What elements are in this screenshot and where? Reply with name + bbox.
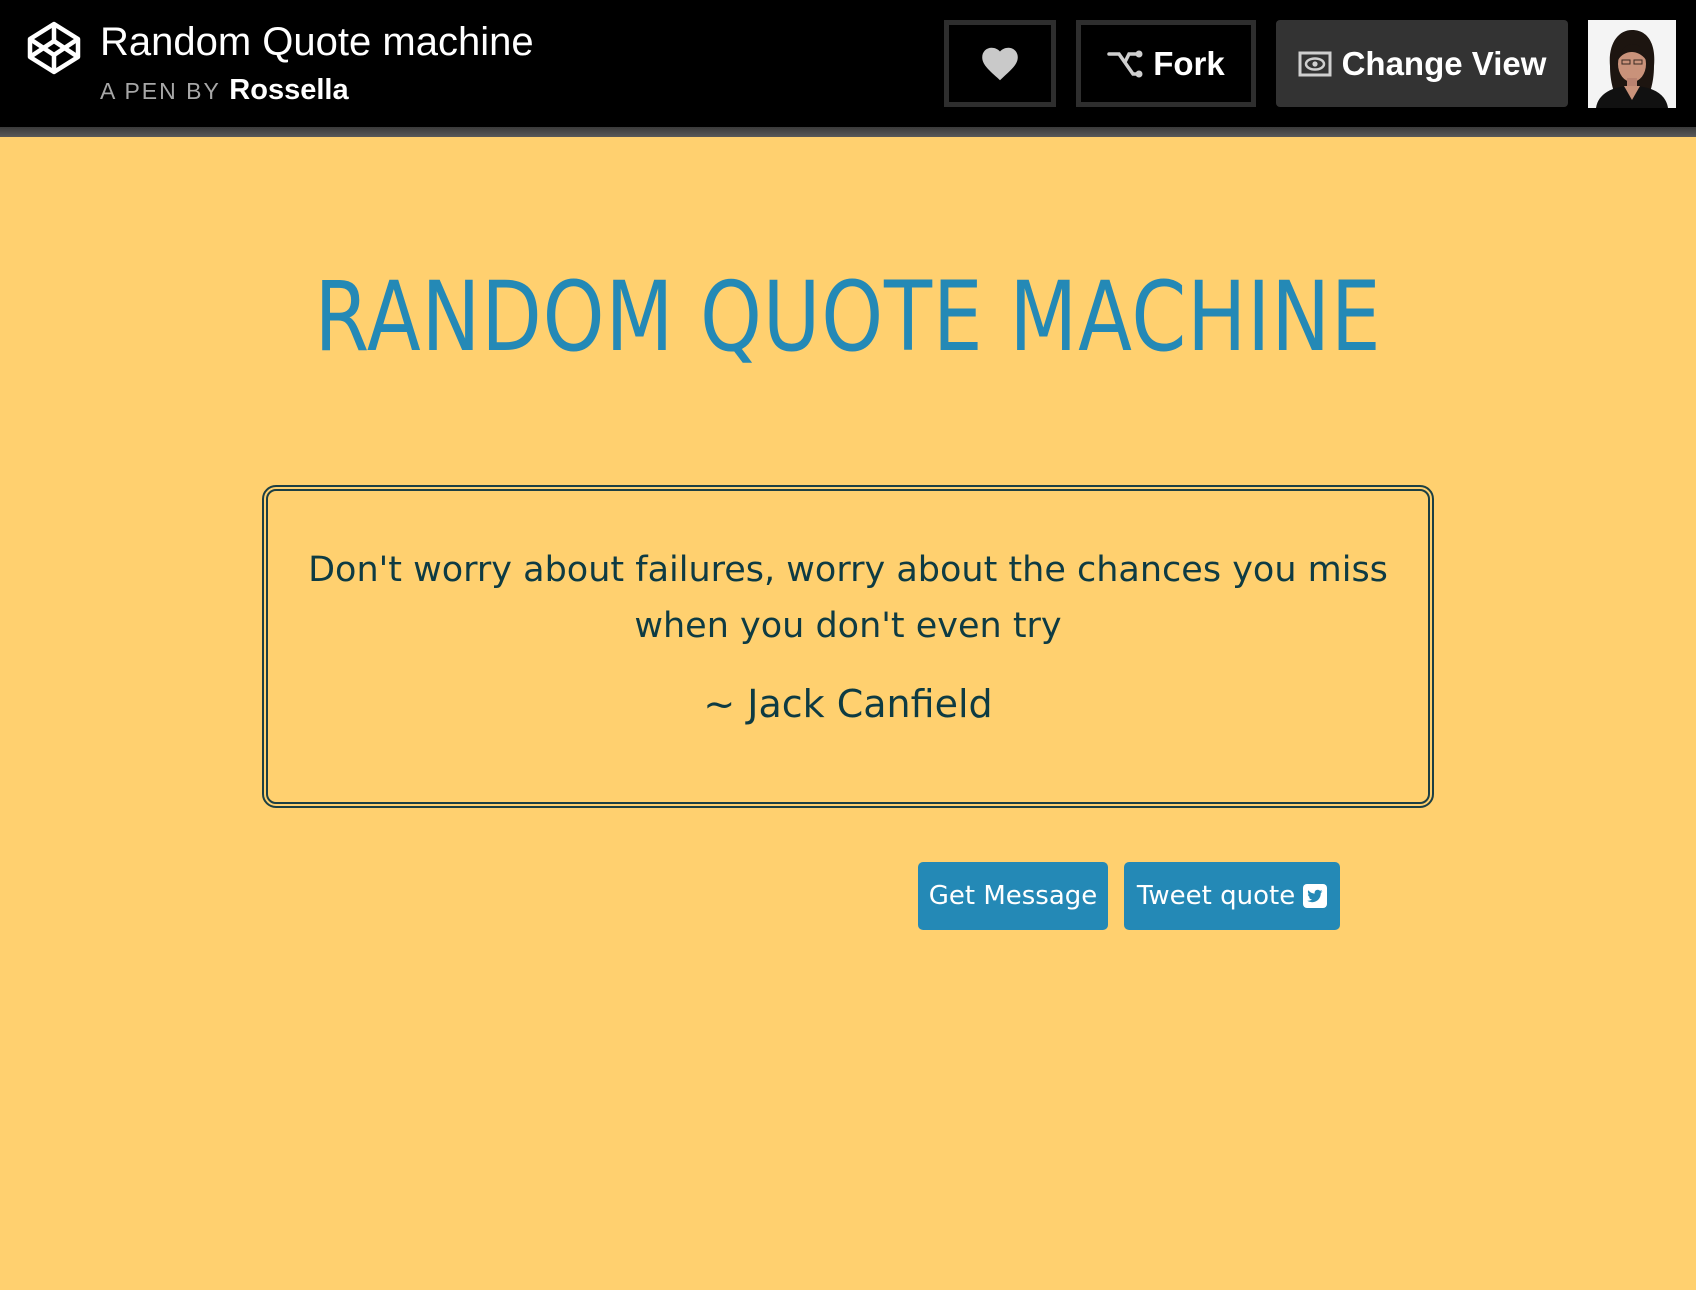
- get-message-button[interactable]: Get Message: [918, 862, 1108, 930]
- fork-button[interactable]: Fork: [1076, 20, 1256, 107]
- heart-icon: [982, 47, 1018, 80]
- eye-icon: [1298, 51, 1332, 76]
- avatar-image: [1588, 20, 1676, 108]
- byline-prefix: A PEN BY: [100, 78, 221, 104]
- tweet-quote-label: Tweet quote: [1136, 881, 1296, 911]
- pen-title: Random Quote machine: [100, 20, 534, 64]
- codepen-logo-icon[interactable]: [26, 20, 82, 76]
- codepen-header: Random Quote machine A PEN BY Rossella F…: [0, 0, 1696, 127]
- like-button[interactable]: [944, 20, 1056, 107]
- user-avatar[interactable]: [1588, 20, 1676, 108]
- twitter-icon: [1303, 884, 1328, 908]
- fork-label: Fork: [1153, 44, 1225, 82]
- get-message-label: Get Message: [928, 881, 1098, 911]
- change-view-button[interactable]: Change View: [1276, 20, 1568, 107]
- page-title: RANDOM QUOTE MACHINE: [314, 261, 1382, 373]
- tweet-quote-button[interactable]: Tweet quote: [1124, 862, 1340, 930]
- author-link[interactable]: Rossella: [229, 74, 348, 106]
- fork-icon: [1107, 50, 1143, 77]
- pen-byline: A PEN BY Rossella: [100, 74, 349, 111]
- quote-text: Don't worry about failures, worry about …: [308, 550, 1388, 646]
- quote-author: ~ Jack Canfield: [703, 682, 993, 726]
- header-bottom-border: [0, 127, 1696, 137]
- change-view-label: Change View: [1341, 44, 1547, 82]
